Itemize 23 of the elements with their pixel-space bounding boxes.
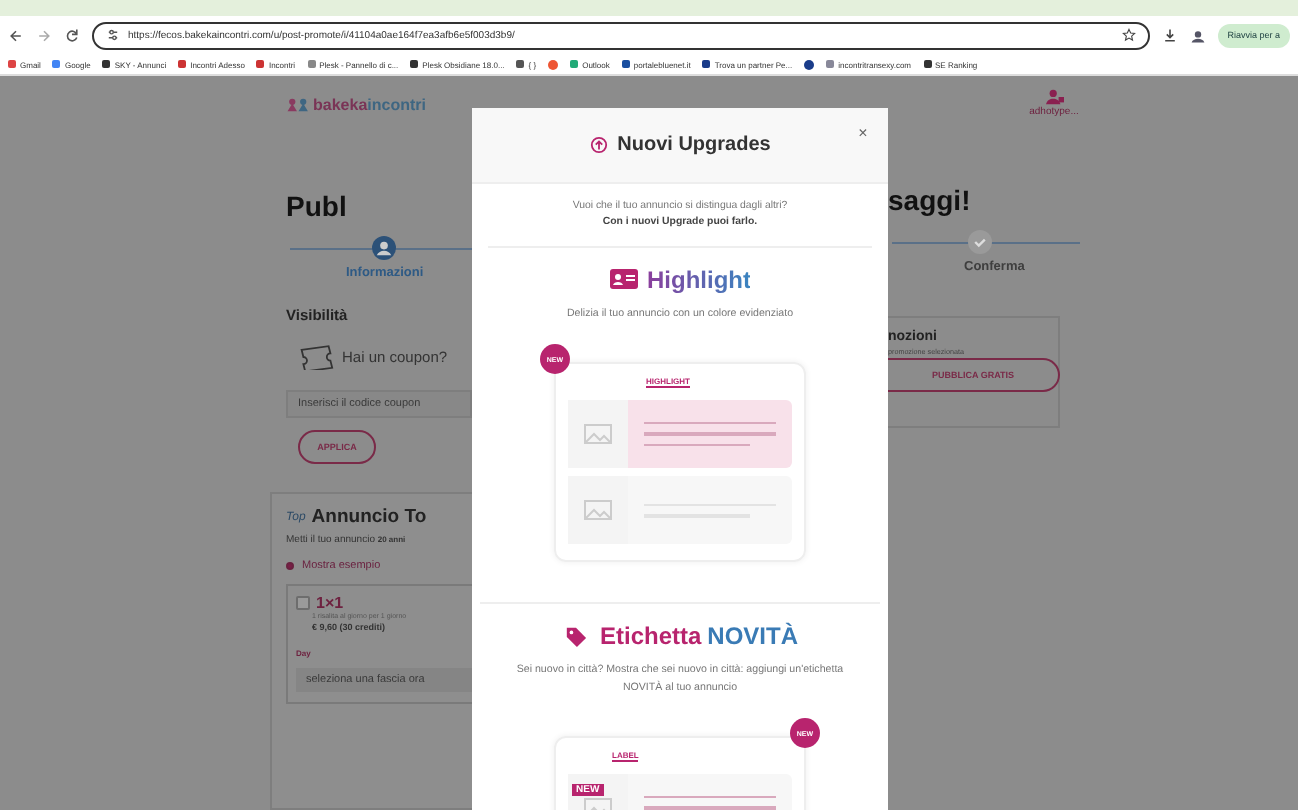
site-settings-icon[interactable] — [106, 28, 120, 42]
bookmark-icon[interactable] — [804, 59, 815, 69]
dialog-title: Nuovi Upgrades — [617, 134, 771, 156]
id-card-icon — [609, 268, 637, 291]
radio-button[interactable] — [286, 562, 294, 570]
user-icon[interactable] — [1045, 88, 1063, 106]
star-icon[interactable] — [1121, 28, 1136, 42]
page-title: Publ — [286, 190, 347, 222]
plan-name: 1×1 — [316, 594, 344, 612]
back-icon[interactable] — [8, 27, 24, 43]
image-icon — [584, 424, 612, 445]
checkbox[interactable] — [296, 596, 310, 610]
page-title: saggi! — [888, 184, 971, 216]
card-title: Annuncio To — [311, 506, 427, 528]
ticket-icon — [298, 344, 334, 370]
upgrade-title: Etichetta NOVITÀ — [599, 622, 799, 651]
close-button[interactable]: × — [854, 122, 872, 142]
image-icon — [584, 500, 612, 521]
reload-icon[interactable] — [64, 27, 80, 43]
arrow-up-circle-icon — [589, 136, 608, 154]
upgrade-title: Highlight — [647, 265, 751, 294]
tag-icon — [561, 625, 590, 648]
download-icon[interactable] — [1161, 27, 1178, 43]
